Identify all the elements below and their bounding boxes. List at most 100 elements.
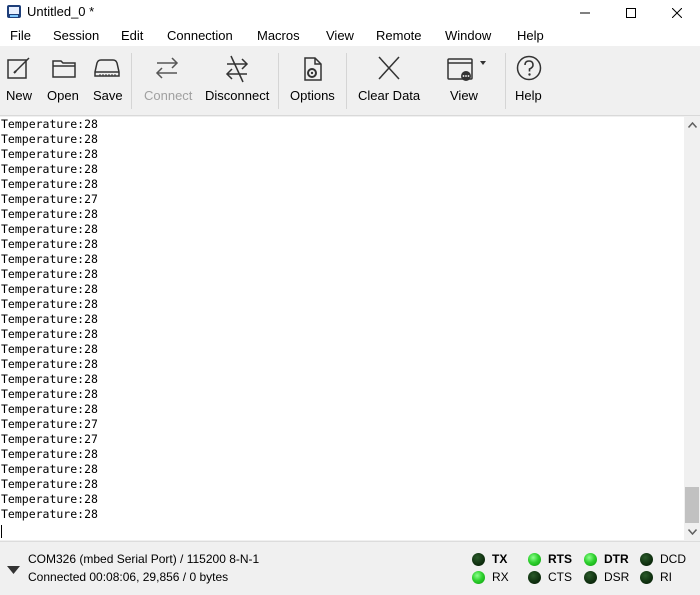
connect-label: Connect <box>144 88 193 103</box>
chevron-up-icon <box>687 122 697 128</box>
terminal-line: Temperature:28 <box>1 132 98 146</box>
dtr-indicator[interactable]: DTR <box>584 552 629 566</box>
terminal-line: Temperature:28 <box>1 252 98 266</box>
terminal-line: Temperature:28 <box>1 147 98 161</box>
save-label: Save <box>93 88 123 103</box>
tx-led <box>472 552 485 566</box>
open-label: Open <box>47 88 79 103</box>
dsr-led <box>584 570 597 584</box>
options-document-gear-icon <box>304 57 322 81</box>
rx-indicator: RX <box>472 570 509 584</box>
options-label: Options <box>290 88 335 103</box>
new-document-icon <box>7 57 30 79</box>
minimize-button[interactable] <box>562 0 608 25</box>
menu-edit[interactable]: Edit <box>121 28 143 43</box>
maximize-icon <box>626 7 636 18</box>
new-button[interactable]: New <box>0 47 38 115</box>
menu-session[interactable]: Session <box>53 28 99 43</box>
view-window-icon <box>447 58 486 81</box>
terminal-line: Temperature:28 <box>1 282 98 296</box>
scroll-thumb[interactable] <box>685 487 699 523</box>
clear-data-button[interactable]: Clear Data <box>354 47 424 115</box>
close-button[interactable] <box>654 0 700 25</box>
help-button[interactable]: Help <box>510 47 548 115</box>
cts-led <box>528 570 541 584</box>
terminal-output[interactable]: Temperature:28 Temperature:28 Temperature:… <box>0 117 684 540</box>
rts-indicator[interactable]: RTS <box>528 552 572 566</box>
cts-label: CTS <box>548 570 572 584</box>
menu-help[interactable]: Help <box>517 28 544 43</box>
terminal-line: Temperature:28 <box>1 492 98 506</box>
terminal-line: Temperature:28 <box>1 297 98 311</box>
terminal-line: Temperature:28 <box>1 507 98 521</box>
terminal-line: Temperature:28 <box>1 267 98 281</box>
toolbar-separator <box>505 53 506 109</box>
folder-icon <box>52 60 76 78</box>
terminal-line: Temperature:28 <box>1 117 98 131</box>
disconnect-arrows-icon <box>225 55 249 83</box>
save-button[interactable]: Save <box>88 47 126 115</box>
help-label: Help <box>515 88 542 103</box>
scroll-up-button[interactable] <box>684 117 700 133</box>
maximize-button[interactable] <box>608 0 654 25</box>
menu-file[interactable]: File <box>10 28 31 43</box>
port-settings-text: COM326 (mbed Serial Port) / 115200 8-N-1 <box>28 552 260 566</box>
ri-led <box>640 570 653 584</box>
terminal-line: Temperature:28 <box>1 312 98 326</box>
close-icon <box>672 7 682 18</box>
title-bar: Untitled_0 * <box>0 0 700 25</box>
status-bar: COM326 (mbed Serial Port) / 115200 8-N-1… <box>0 541 700 595</box>
toolbar: New Open Save Connect Disconnect Options… <box>0 47 700 116</box>
dcd-label: DCD <box>660 552 686 566</box>
connection-status-text: Connected 00:08:06, 29,856 / 0 bytes <box>28 570 229 584</box>
tx-label: TX <box>492 552 508 566</box>
terminal-line: Temperature:28 <box>1 447 98 461</box>
toolbar-separator <box>131 53 132 109</box>
terminal-line: Temperature:28 <box>1 402 98 416</box>
scroll-down-button[interactable] <box>684 524 700 540</box>
menu-bar: File Session Edit Connection Macros View… <box>0 25 700 47</box>
chevron-down-icon <box>687 529 697 535</box>
terminal-line: Temperature:27 <box>1 417 98 431</box>
terminal-line: Temperature:28 <box>1 462 98 476</box>
disconnect-button[interactable]: Disconnect <box>203 47 271 115</box>
menu-connection[interactable]: Connection <box>167 28 233 43</box>
dtr-led <box>584 552 597 566</box>
terminal-line: Temperature:28 <box>1 237 98 251</box>
menu-macros[interactable]: Macros <box>257 28 300 43</box>
terminal-line: Temperature:28 <box>1 177 98 191</box>
terminal-line: Temperature:28 <box>1 387 98 401</box>
connect-button[interactable]: Connect <box>138 47 196 115</box>
view-button[interactable]: View <box>436 47 492 115</box>
new-label: New <box>6 88 33 103</box>
dcd-led <box>640 552 653 566</box>
rts-led <box>528 552 541 566</box>
rx-label: RX <box>492 570 509 584</box>
menu-window[interactable]: Window <box>445 28 491 43</box>
dtr-label: DTR <box>604 552 629 566</box>
terminal-line: Temperature:28 <box>1 357 98 371</box>
toolbar-separator <box>278 53 279 109</box>
vertical-scrollbar[interactable] <box>684 117 700 540</box>
connect-arrows-icon <box>155 57 179 79</box>
toolbar-separator <box>346 53 347 109</box>
save-drive-icon <box>94 59 120 77</box>
clear-data-label: Clear Data <box>358 88 421 103</box>
tx-indicator: TX <box>472 552 507 566</box>
minimize-icon <box>580 12 590 13</box>
open-button[interactable]: Open <box>44 47 84 115</box>
menu-view[interactable]: View <box>326 28 354 43</box>
menu-remote[interactable]: Remote <box>376 28 422 43</box>
status-collapse-icon[interactable] <box>7 566 20 574</box>
dcd-indicator: DCD <box>640 552 686 566</box>
cts-indicator: CTS <box>528 570 572 584</box>
dsr-indicator: DSR <box>584 570 629 584</box>
terminal-line: Temperature:28 <box>1 342 98 356</box>
terminal-line: Temperature:28 <box>1 162 98 176</box>
terminal-line: Temperature:28 <box>1 207 98 221</box>
rts-label: RTS <box>548 552 572 566</box>
terminal-line: Temperature:27 <box>1 192 98 206</box>
terminal-line: Temperature:28 <box>1 222 98 236</box>
options-button[interactable]: Options <box>286 47 340 115</box>
view-label: View <box>450 88 478 103</box>
